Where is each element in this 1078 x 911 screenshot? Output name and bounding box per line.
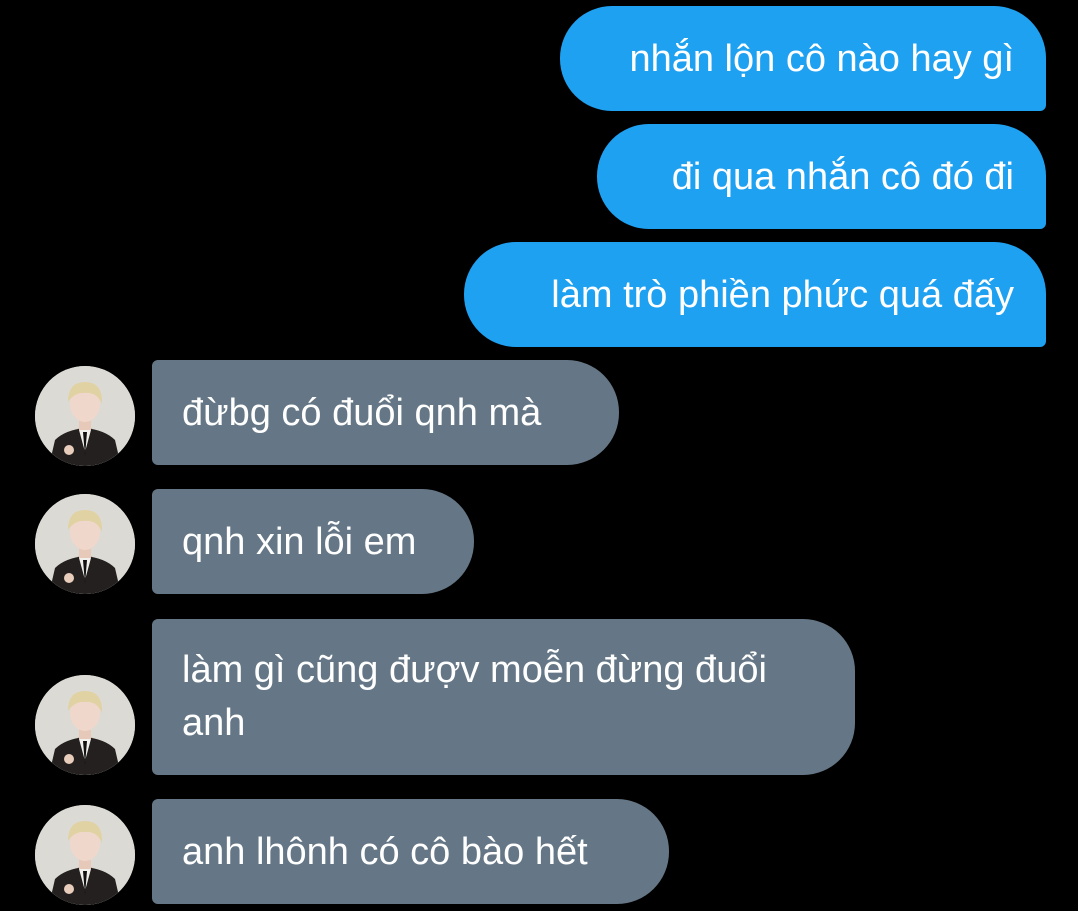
received-message-bubble[interactable]: qnh xin lỗi em (152, 489, 474, 594)
sent-message-bubble[interactable]: làm trò phiền phức quá đấy (464, 242, 1046, 347)
profile-photo-icon (35, 675, 135, 775)
sent-message-bubble[interactable]: đi qua nhắn cô đó đi (597, 124, 1046, 229)
profile-photo-icon (35, 805, 135, 905)
profile-photo-icon (35, 366, 135, 466)
chat-thread: nhắn lộn cô nào hay gì đi qua nhắn cô đó… (0, 0, 1078, 911)
profile-photo-icon (35, 494, 135, 594)
received-message-bubble[interactable]: làm gì cũng đượv moễn đừng đuổi anh (152, 619, 855, 775)
sent-message-bubble[interactable]: nhắn lộn cô nào hay gì (560, 6, 1046, 111)
avatar[interactable] (35, 366, 135, 466)
avatar[interactable] (35, 494, 135, 594)
avatar[interactable] (35, 675, 135, 775)
received-message-bubble[interactable]: anh lhônh có cô bào hết (152, 799, 669, 904)
received-message-bubble[interactable]: đừbg có đuổi qnh mà (152, 360, 619, 465)
avatar[interactable] (35, 805, 135, 905)
